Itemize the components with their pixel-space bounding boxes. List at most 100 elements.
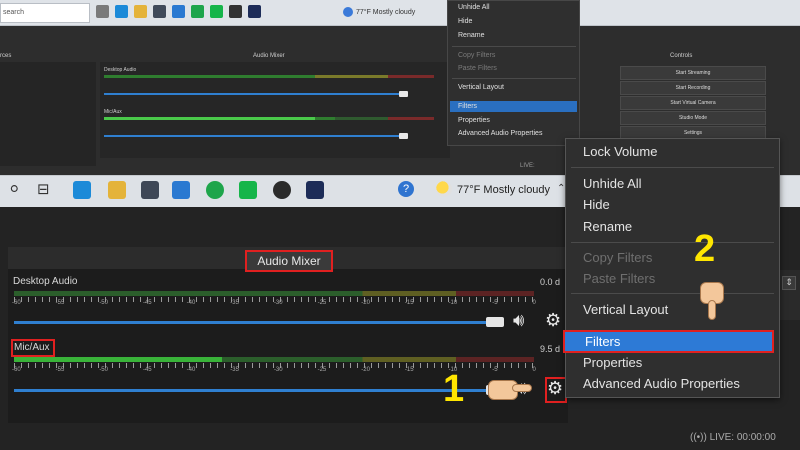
inset-fader-knob-desktop[interactable] (399, 91, 408, 97)
tick-label: -15 (404, 300, 414, 306)
audio-mixer-title: Audio Mixer (245, 250, 333, 272)
audio-mixer-panel (8, 247, 568, 423)
photoshop-icon[interactable] (306, 181, 324, 199)
volume-meter-mic-aux (14, 357, 534, 362)
inset-menu-copy-filters: Copy Filters (458, 52, 496, 59)
menu-unhide-all[interactable]: Unhide All (583, 176, 642, 191)
channel-name-desktop-audio: Desktop Audio (13, 276, 78, 287)
speaker-icon[interactable]: 🔊︎ (513, 310, 524, 331)
tick-label: 0 (532, 300, 536, 306)
tick-label: -45 (142, 367, 152, 373)
tick-label: -5 (492, 367, 498, 373)
pointing-hand-icon (698, 282, 728, 322)
inset-edge-icon[interactable] (115, 5, 128, 18)
live-icon: ((•)) (690, 432, 710, 443)
gear-icon[interactable]: ⚙ (547, 378, 563, 399)
inset-menu-separator (452, 78, 576, 79)
inset-menu-properties[interactable]: Properties (458, 117, 490, 124)
fader-knob-desktop-audio[interactable] (486, 317, 504, 327)
inset-line-icon[interactable] (210, 5, 223, 18)
volume-meter-desktop-audio (14, 291, 534, 296)
inset-menu-vertical-layout[interactable]: Vertical Layout (458, 84, 504, 91)
inset-obs-icon[interactable] (229, 5, 242, 18)
inset-start-recording-button[interactable]: Start Recording (620, 81, 766, 95)
tick-label: -40 (186, 300, 196, 306)
inset-menu-filters[interactable]: Filters (450, 101, 577, 112)
gear-icon[interactable]: ⚙ (545, 310, 561, 331)
menu-hide[interactable]: Hide (583, 197, 610, 212)
tick-label: -25 (317, 300, 327, 306)
inset-fader-desktop[interactable] (104, 93, 404, 95)
task-view-icon[interactable]: ⊟ (37, 180, 50, 198)
meter-tick-labels-desktop-audio: -60 -55 -50 -45 -40 -35 -30 -25 -20 -15 … (12, 300, 536, 306)
tick-label: -50 (99, 300, 108, 306)
help-icon[interactable]: ? (398, 181, 414, 197)
menu-advanced-audio-properties[interactable]: Advanced Audio Properties (583, 376, 740, 391)
inset-explorer-icon[interactable] (134, 5, 147, 18)
menu-vertical-layout[interactable]: Vertical Layout (583, 302, 668, 317)
tick-label: -20 (361, 300, 370, 306)
file-explorer-icon[interactable] (108, 181, 126, 199)
live-status: ((•)) LIVE: 00:00:00 (690, 432, 776, 443)
tick-label: -40 (186, 367, 196, 373)
menu-separator (571, 167, 774, 168)
weather-icon[interactable] (436, 181, 452, 197)
inset-sources-panel (0, 62, 96, 166)
inset-meter-mic (104, 117, 434, 120)
record-dot-icon: ⚪ (8, 180, 21, 198)
spinner-icon[interactable]: ⇕ (782, 276, 796, 290)
step-1-label: 1 (443, 368, 465, 410)
inset-menu-advanced-audio[interactable]: Advanced Audio Properties (458, 130, 542, 137)
inset-task-view-icon[interactable] (96, 5, 109, 18)
channel-db-desktop-audio: 0.0 d (540, 277, 561, 287)
inset-channel-desktop: Desktop Audio (104, 67, 137, 73)
store-icon[interactable] (141, 181, 159, 199)
volume-fader-desktop-audio[interactable] (14, 321, 494, 324)
inset-fader-knob-mic[interactable] (399, 133, 408, 139)
tick-label: -10 (448, 300, 458, 306)
menu-filters[interactable]: Filters (585, 334, 620, 349)
inset-channel-mic: Mic/Aux (104, 109, 122, 115)
inset-weather-icon (343, 7, 353, 17)
menu-separator (571, 293, 774, 294)
weather-label[interactable]: 77°F Mostly cloudy (457, 184, 550, 196)
tick-label: -50 (99, 367, 108, 373)
inset-menu-rename[interactable]: Rename (458, 32, 484, 39)
inset-menu-hide[interactable]: Hide (458, 18, 472, 25)
inset-photoshop-icon[interactable] (248, 5, 261, 18)
inset-taskbar-icons (96, 5, 261, 18)
inset-start-virtual-camera-button[interactable]: Start Virtual Camera (620, 96, 766, 110)
inset-mail-icon[interactable] (172, 5, 185, 18)
tick-label: -35 (230, 367, 239, 373)
menu-paste-filters: Paste Filters (583, 271, 656, 286)
screenshot-root: search 77°F Mostly cloudy rces Audio Mix… (0, 0, 800, 450)
menu-properties[interactable]: Properties (583, 355, 642, 370)
line-icon[interactable] (239, 181, 257, 199)
inset-meter-desktop (104, 75, 434, 78)
inset-search-box[interactable]: search (0, 3, 90, 23)
inset-menu-unhide-all[interactable]: Unhide All (458, 4, 490, 11)
menu-lock-volume[interactable]: Lock Volume (583, 144, 657, 159)
inset-store-icon[interactable] (153, 5, 166, 18)
inset-mixer-title: Audio Mixer (253, 53, 285, 59)
tick-label: -5 (492, 300, 498, 306)
channel-name-mic-aux: Mic/Aux (14, 342, 50, 353)
inset-fader-mic[interactable] (104, 135, 404, 137)
inset-weather[interactable]: 77°F Mostly cloudy (343, 7, 415, 17)
edge-icon[interactable] (73, 181, 91, 199)
volume-fader-mic-aux[interactable] (14, 389, 494, 392)
inset-live-status: LIVE: (520, 163, 535, 169)
menu-copy-filters: Copy Filters (583, 250, 653, 265)
menu-rename[interactable]: Rename (583, 219, 632, 234)
inset-spotify-icon[interactable] (191, 5, 204, 18)
mail-icon[interactable] (172, 181, 190, 199)
tick-label: -55 (55, 300, 65, 306)
inset-studio-mode-button[interactable]: Studio Mode (620, 111, 766, 125)
obs-icon[interactable] (273, 181, 291, 199)
inset-menu-separator (452, 46, 576, 47)
tick-label: -30 (273, 300, 283, 306)
menu-separator (571, 242, 774, 243)
pointing-hand-icon (488, 374, 532, 402)
inset-start-streaming-button[interactable]: Start Streaming (620, 66, 766, 80)
spotify-icon[interactable] (206, 181, 224, 199)
